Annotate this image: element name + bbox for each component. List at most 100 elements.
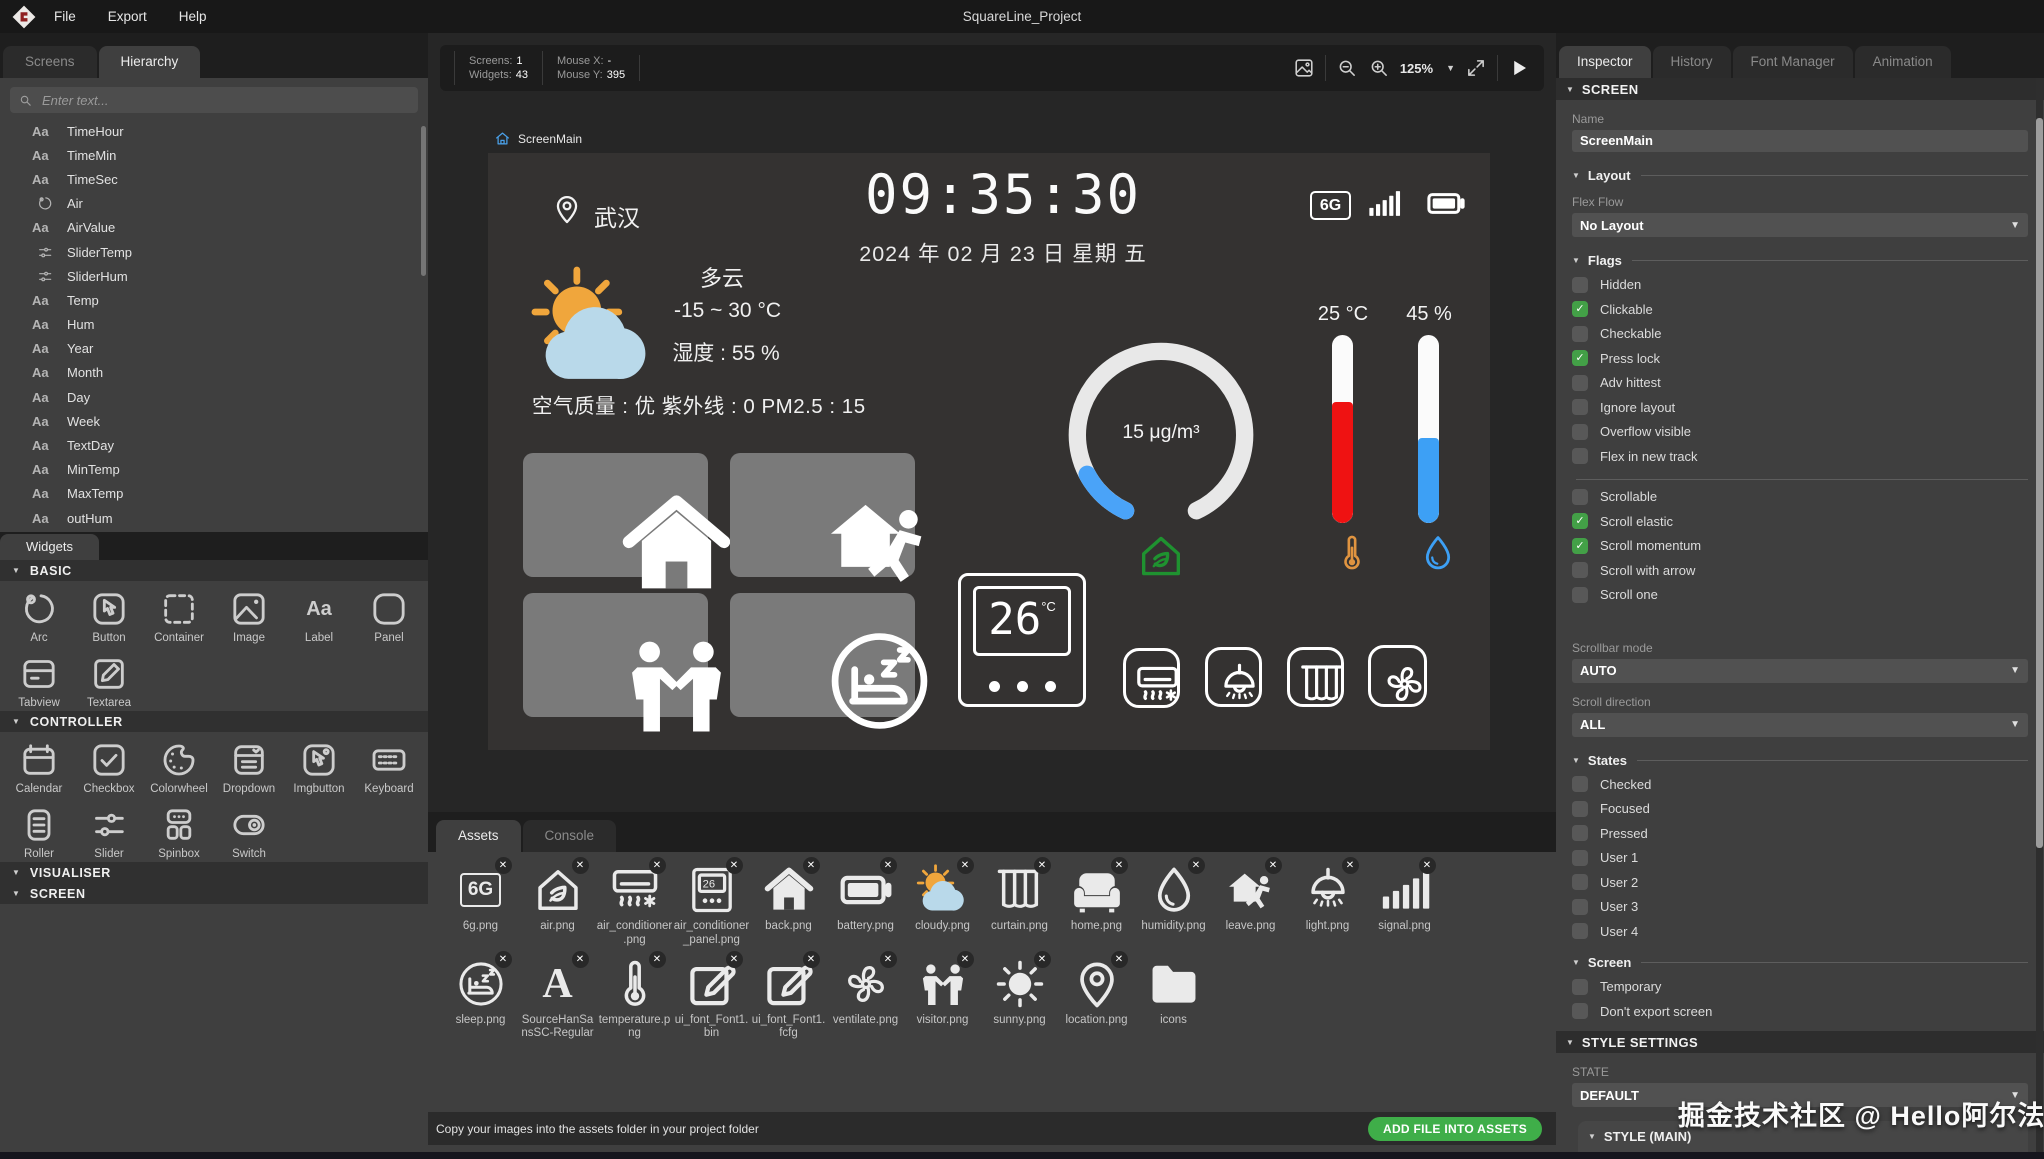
weather-condition[interactable]: 多云 [662,261,782,293]
signal-bars-icon[interactable] [1362,185,1406,222]
flag-row[interactable]: Scroll one [1572,587,2028,603]
flag-row[interactable]: Focused [1572,801,2028,817]
widget-item[interactable]: Colorwheel [144,740,214,795]
remove-asset-icon[interactable]: ✕ [1419,857,1436,874]
remove-asset-icon[interactable]: ✕ [572,857,589,874]
asset-item[interactable]: ✕ sleep.png [442,958,519,1042]
scene-sleep-button[interactable] [730,593,915,717]
tab-screens[interactable]: Screens [3,46,97,78]
remove-asset-icon[interactable]: ✕ [726,951,743,968]
hierarchy-item[interactable]: SliderHum [0,264,428,288]
asset-item[interactable]: ✕ battery.png [827,864,904,948]
remove-asset-icon[interactable]: ✕ [1111,951,1128,968]
remove-asset-icon[interactable]: ✕ [1111,857,1128,874]
section-visualiser[interactable]: ▼VISUALISER [0,862,428,883]
asset-item[interactable]: 26 ✕ air_conditioner_panel.png [673,864,750,948]
hierarchy-item[interactable]: Aa TimeHour [0,119,428,143]
outdoor-humidity[interactable]: 湿度 : 55 % [636,337,816,367]
chevron-down-icon[interactable]: ▼ [1446,63,1455,73]
flag-row[interactable]: Ignore layout [1572,399,2028,415]
remove-asset-icon[interactable]: ✕ [880,951,897,968]
remove-asset-icon[interactable]: ✕ [957,951,974,968]
screen-section-header[interactable]: ▼SCREEN [1556,78,2044,100]
asset-item[interactable]: ✕ light.png [1289,864,1366,948]
scene-home-button[interactable] [523,453,708,577]
widget-item[interactable]: Checkbox [74,740,144,795]
play-button[interactable] [1508,57,1530,79]
hierarchy-scrollbar[interactable] [421,126,426,276]
tab-inspector[interactable]: Inspector [1559,46,1651,78]
states-subheader[interactable]: ▼States [1572,753,2028,768]
hierarchy-item[interactable]: Aa Day [0,385,428,409]
remove-asset-icon[interactable]: ✕ [803,951,820,968]
clock-time[interactable]: 09:35:30 [818,163,1188,226]
flag-row[interactable]: User 4 [1572,923,2028,939]
remove-asset-icon[interactable]: ✕ [1188,857,1205,874]
checkbox[interactable] [1572,538,1588,554]
asset-item[interactable]: ✕ leave.png [1212,864,1289,948]
scene-visitor-button[interactable] [523,593,708,717]
checkbox[interactable] [1572,562,1588,578]
checkbox[interactable] [1572,776,1588,792]
widget-item[interactable]: Slider [74,805,144,860]
widget-item[interactable]: Textarea [74,654,144,709]
checkbox[interactable] [1572,850,1588,866]
zoom-in-icon[interactable] [1368,57,1390,79]
background-image-icon[interactable] [1293,57,1315,79]
menu-export[interactable]: Export [92,9,163,24]
checkbox[interactable] [1572,899,1588,915]
scene-leave-button[interactable] [730,453,915,577]
flag-row[interactable]: Scroll momentum [1572,538,2028,554]
asset-item[interactable]: ✕ cloudy.png [904,864,981,948]
flag-row[interactable]: Pressed [1572,825,2028,841]
remove-asset-icon[interactable]: ✕ [957,857,974,874]
screen-group-subheader[interactable]: ▼Screen [1572,955,2028,970]
humidity-slider[interactable] [1418,335,1439,523]
remove-asset-icon[interactable]: ✕ [1034,951,1051,968]
widget-item[interactable]: Keyboard [354,740,424,795]
cloudy-weather-icon[interactable] [524,261,666,397]
add-file-into-assets-button[interactable]: ADD FILE INTO ASSETS [1368,1117,1542,1141]
hierarchy-item[interactable]: Aa TextDay [0,433,428,457]
checkbox[interactable] [1572,587,1588,603]
design-canvas[interactable]: 武汉 09:35:30 2024 年 02 月 23 日 星期 五 6G 多云 … [488,153,1490,750]
flag-row[interactable]: Press lock [1572,350,2028,366]
indoor-humidity-label[interactable]: 45 % [1384,303,1474,326]
zoom-level[interactable]: 125% [1400,61,1433,76]
menu-help[interactable]: Help [163,9,223,24]
asset-item[interactable]: ✕ temperature.png [596,958,673,1042]
hierarchy-item[interactable]: Aa Temp [0,288,428,312]
asset-item[interactable]: ✕ location.png [1058,958,1135,1042]
asset-item[interactable]: ✕ ui_font_Font1.fcfg [750,958,827,1042]
ventilate-button[interactable] [1368,645,1427,707]
asset-item[interactable]: ✕ back.png [750,864,827,948]
flag-row[interactable]: Adv hittest [1572,375,2028,391]
hierarchy-item[interactable]: Aa AirValue [0,216,428,240]
asset-item[interactable]: ✕ icons [1135,958,1212,1042]
indoor-temp-label[interactable]: 25 °C [1298,303,1388,326]
hierarchy-item[interactable]: SliderTemp [0,240,428,264]
checkbox[interactable] [1572,375,1588,391]
hierarchy-item[interactable]: Aa Week [0,409,428,433]
remove-asset-icon[interactable]: ✕ [1034,857,1051,874]
flag-row[interactable]: Clickable [1572,301,2028,317]
widget-item[interactable]: Image [214,589,284,644]
asset-item[interactable]: ✕ home.png [1058,864,1135,948]
air-quality-line[interactable]: 空气质量 : 优 紫外线 : 0 PM2.5 : 15 [532,389,866,419]
asset-item[interactable]: ✕ humidity.png [1135,864,1212,948]
pm25-value[interactable]: 15 μg/m³ [1059,421,1263,444]
asset-item[interactable]: A ✕ SourceHanSansSC-Regular [519,958,596,1042]
scrollbar-mode-dropdown[interactable]: AUTO▼ [1572,659,2028,683]
flag-row[interactable]: Flex in new track [1572,448,2028,464]
section-controller[interactable]: ▼CONTROLLER [0,711,428,732]
checkbox[interactable] [1572,513,1588,529]
remove-asset-icon[interactable]: ✕ [649,857,666,874]
checkbox[interactable] [1572,301,1588,317]
checkbox[interactable] [1572,399,1588,415]
air-quality-house-icon[interactable] [1134,529,1188,583]
tab-hierarchy[interactable]: Hierarchy [99,46,201,78]
tab-font-manager[interactable]: Font Manager [1733,46,1853,78]
asset-item[interactable]: ✕ visitor.png [904,958,981,1042]
section-basic[interactable]: ▼BASIC [0,560,428,581]
widget-item[interactable]: Container [144,589,214,644]
